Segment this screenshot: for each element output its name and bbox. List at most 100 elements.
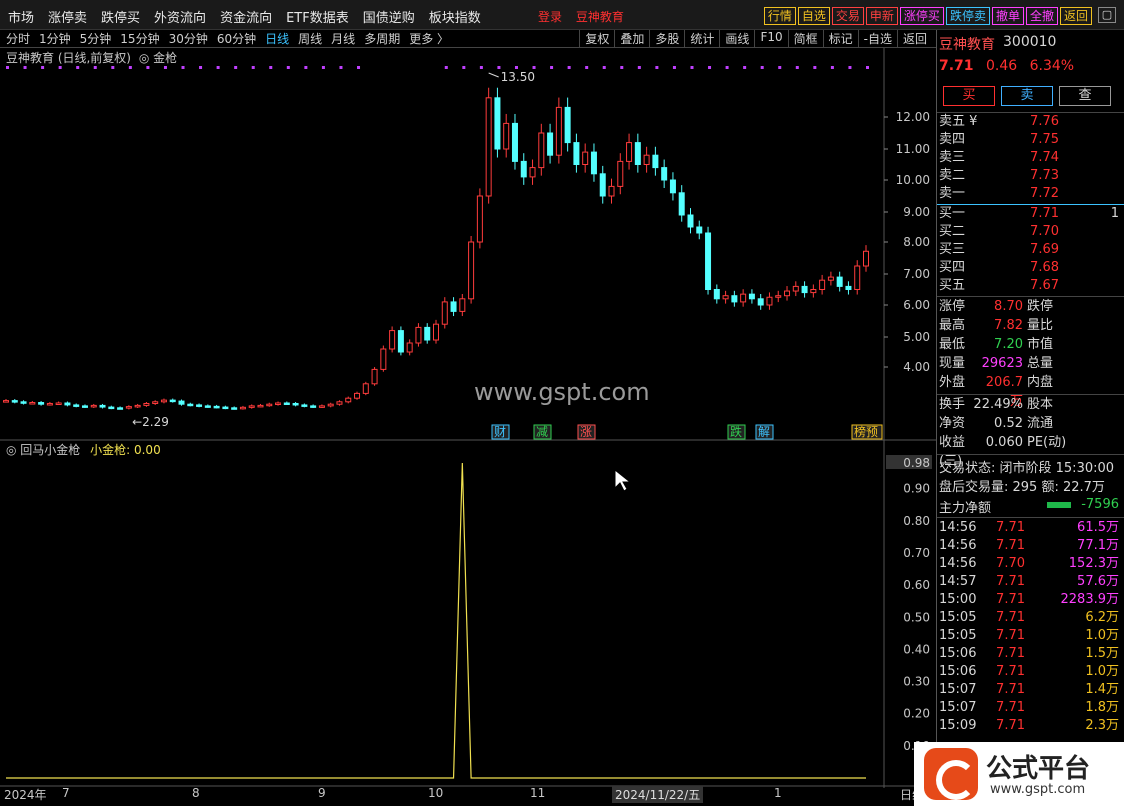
signal-dot [602, 66, 606, 69]
top-menu-item[interactable]: 跌停买 [101, 7, 140, 26]
bid-volume [1059, 241, 1123, 259]
candle-body [731, 295, 738, 303]
candle-body [538, 132, 545, 169]
period-tab[interactable]: 周线 [298, 30, 322, 47]
top-menu-item[interactable]: 国债逆购 [363, 7, 415, 26]
candle-body [117, 407, 124, 410]
login-link[interactable]: 登录 [538, 10, 562, 24]
period-tab[interactable]: 月线 [331, 30, 355, 47]
date-axis: 2024年 7 8 9 10 11 1 2024/11/22/五 日线 [0, 786, 936, 803]
main-flow: 主力净额 -7596 [939, 497, 1123, 516]
quick-button[interactable]: 全撤 [1025, 7, 1058, 25]
chart-area[interactable]: 12.00 11.00 10.00 9.00 8.00 7.00 6.00 5.00 4.00 1… [0, 47, 936, 802]
candle-body [564, 106, 571, 144]
candle-body [713, 289, 720, 300]
stat-value: 206.7万 [985, 375, 1023, 409]
period-tab[interactable]: 更多 〉 [409, 30, 449, 47]
bid-volume [1059, 259, 1123, 277]
ask-label: 卖四 [939, 132, 966, 147]
tick-price: 7.71 [996, 628, 1025, 643]
tick-time: 14:57 [939, 574, 977, 589]
tool-button[interactable]: 多股 [649, 30, 684, 47]
stat-row: 涨停 8.70 跌停 [939, 297, 1123, 316]
tool-button[interactable]: 标记 [822, 30, 858, 47]
tool-button[interactable]: 叠加 [614, 30, 649, 47]
price-change: 0.46 [986, 58, 1018, 74]
tool-button[interactable]: 画线 [719, 30, 754, 47]
quick-button[interactable]: 行情 [763, 7, 796, 25]
candle-body [169, 399, 176, 403]
tick-row: 15:00 7.71 2283.9万 [939, 591, 1123, 609]
candle-body [3, 400, 9, 403]
ask-price: 7.72 [1030, 186, 1059, 201]
candle-body [143, 402, 150, 406]
period-toolbar: 分时 1分钟 5分钟 15分钟 30分钟 60分钟 日线 周线 月线 多周期 更多 〉 复权 叠加 多股… [0, 30, 936, 47]
quick-button[interactable]: 返回 [1059, 7, 1092, 25]
quick-button[interactable]: 交易 [831, 7, 864, 25]
tool-button[interactable]: 返回 [896, 30, 932, 47]
tick-volume: 61.5万 [1077, 520, 1119, 535]
window-toggle-button[interactable]: ▢ [1098, 7, 1116, 23]
stat-row: 外盘 206.7万 内盘 [939, 373, 1123, 409]
period-tab[interactable]: 多周期 [364, 30, 400, 47]
sub-chart-title[interactable]: ◎ 回马小金枪 [6, 443, 80, 457]
period-tab[interactable]: 15分钟 [120, 30, 159, 47]
quick-button[interactable]: 申新 [865, 7, 898, 25]
period-tabs: 分时 1分钟 5分钟 15分钟 30分钟 60分钟 日线 周线 月线 多周期 更多 〉 [6, 30, 458, 47]
tool-button[interactable]: 简框 [787, 30, 823, 47]
tick-time: 15:05 [939, 628, 977, 643]
quick-button[interactable]: 涨停买 [899, 7, 944, 25]
candle-body [318, 405, 325, 408]
bid-label: 买四 [939, 260, 966, 275]
candle-body [424, 326, 431, 341]
bid-price: 7.71 [1030, 206, 1059, 221]
tool-button[interactable]: -自选 [857, 30, 897, 47]
candle-body [740, 293, 747, 303]
signal-dot [848, 66, 852, 69]
candle-body [213, 405, 220, 409]
buy-button[interactable]: 买 [943, 86, 995, 106]
top-menu-item[interactable]: 资金流向 [220, 7, 272, 26]
price-change-pct: 6.34% [1029, 58, 1075, 74]
candle-body [547, 132, 554, 156]
tool-button[interactable]: 复权 [579, 30, 614, 47]
top-menu-item[interactable]: 市场 [8, 7, 34, 26]
period-tab[interactable]: 5分钟 [80, 30, 112, 47]
divider [937, 517, 1124, 518]
period-tab[interactable]: 60分钟 [217, 30, 256, 47]
price-row: 7.71 0.46 6.34% [939, 58, 1082, 74]
y-tick-label: 9.00 [903, 205, 930, 219]
top-menu-item[interactable]: 板块指数 [429, 7, 481, 26]
signal-dot [146, 66, 150, 69]
tool-button[interactable]: 统计 [684, 30, 719, 47]
tick-price: 7.71 [996, 520, 1025, 535]
tick-price: 7.71 [996, 700, 1025, 715]
stat-row: 换手 22.49% 股本 [939, 395, 1123, 414]
signal-dot [23, 66, 27, 69]
top-menu-item[interactable]: 涨停卖 [48, 7, 87, 26]
after-hours-volume: 盘后交易量: 295 额: 22.7万 [939, 480, 1105, 495]
query-button[interactable]: 查 [1059, 86, 1111, 106]
candle-body [108, 406, 115, 410]
period-tab[interactable]: 日线 [265, 30, 289, 47]
signal-dot [462, 66, 466, 69]
tick-volume: 1.5万 [1085, 646, 1119, 661]
quick-button[interactable]: 自选 [797, 7, 830, 25]
sell-button[interactable]: 卖 [1001, 86, 1053, 106]
tick-time: 14:56 [939, 520, 977, 535]
tool-button[interactable]: F10 [754, 30, 787, 47]
period-tab[interactable]: 1分钟 [39, 30, 71, 47]
stats-block-2: 换手 22.49% 股本 净资 0.52 流通 收益(三) 0.060 PE(动) [939, 395, 1123, 469]
top-menu-item[interactable]: ETF数据表 [286, 7, 349, 26]
period-tab[interactable]: 分时 [6, 30, 30, 47]
quick-button[interactable]: 撤单 [991, 7, 1024, 25]
ask-label: 卖五 ¥ [939, 114, 978, 129]
candle-body [836, 276, 843, 287]
indicator-name[interactable]: ◎ 金枪 [139, 51, 177, 65]
top-menu-item[interactable]: 外资流向 [154, 7, 206, 26]
y-tick-label: 12.00 [896, 110, 930, 124]
period-tab[interactable]: 30分钟 [169, 30, 208, 47]
y-tick-label: 7.00 [903, 267, 930, 281]
candle-body [643, 154, 650, 165]
quick-button[interactable]: 跌停卖 [945, 7, 990, 25]
